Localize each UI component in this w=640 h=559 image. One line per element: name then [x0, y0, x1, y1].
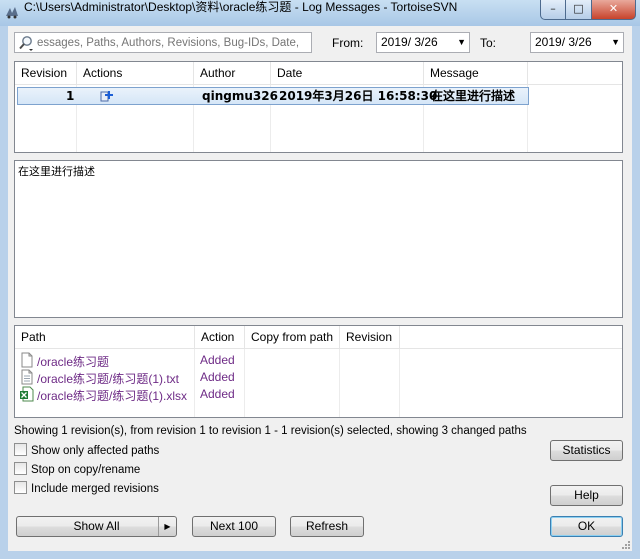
show-only-affected-paths-checkbox[interactable]: Show only affected paths — [14, 443, 159, 458]
log-message-pane[interactable]: 在这里进行描述 — [14, 160, 623, 318]
checkbox-box[interactable] — [14, 443, 27, 456]
chevron-down-icon[interactable]: ▼ — [457, 33, 466, 52]
column-header-actions[interactable]: Actions — [77, 62, 194, 85]
chevron-right-icon[interactable]: ▶ — [158, 517, 176, 536]
close-button[interactable]: ✕ — [592, 0, 636, 20]
include-merged-revisions-checkbox[interactable]: Include merged revisions — [14, 481, 159, 496]
changed-paths-list[interactable]: Path Action Copy from path Revision /ora… — [14, 325, 623, 418]
log-author: qingmu326 — [202, 89, 278, 103]
stop-on-copy-checkbox[interactable]: Stop on copy/rename — [14, 462, 140, 477]
text-file-icon — [21, 369, 33, 385]
path-action: Added — [200, 370, 235, 384]
refresh-button[interactable]: Refresh — [290, 516, 364, 537]
tortoisesvn-app-icon — [6, 7, 18, 19]
log-revision: 1 — [66, 89, 75, 103]
path-text: /oracle练习题 — [37, 355, 110, 369]
ok-button[interactable]: OK — [550, 516, 623, 537]
log-message-text: 在这里进行描述 — [18, 165, 95, 178]
show-all-label[interactable]: Show All — [25, 517, 168, 536]
checkbox-label: Include merged revisions — [31, 483, 159, 495]
checkbox-label: Stop on copy/rename — [31, 464, 141, 476]
path-action: Added — [200, 353, 235, 367]
help-button[interactable]: Help — [550, 485, 623, 506]
column-header-filler — [400, 326, 622, 349]
path-row[interactable]: /oracle练习题 Added — [15, 352, 245, 369]
column-header-filler — [528, 62, 622, 85]
next-100-button[interactable]: Next 100 — [192, 516, 276, 537]
checkbox-box[interactable] — [14, 481, 27, 494]
added-action-icon — [100, 89, 114, 107]
column-header-action[interactable]: Action — [195, 326, 245, 349]
folder-icon — [21, 352, 33, 368]
path-text: /oracle练习题/练习题(1).txt — [37, 372, 180, 386]
path-text: /oracle练习题/练习题(1).xlsx — [37, 389, 188, 403]
window-title: C:\Users\Administrator\Desktop\资料\oracle… — [24, 0, 458, 14]
from-label: From: — [332, 36, 364, 50]
path-action: Added — [200, 387, 235, 401]
column-header-path[interactable]: Path — [15, 326, 195, 349]
maximize-button[interactable]: □ — [566, 0, 592, 20]
column-header-revision[interactable]: Revision — [340, 326, 400, 349]
log-list[interactable]: Revision Actions Author Date Message 1 q… — [14, 61, 623, 153]
from-date-value: 2019/ 3/26 — [381, 35, 438, 49]
search-box[interactable] — [14, 32, 312, 53]
to-date-value: 2019/ 3/26 — [535, 35, 592, 49]
checkbox-label: Show only affected paths — [31, 445, 160, 457]
log-messages-dialog: From: 2019/ 3/26 ▼ To: 2019/ 3/26 ▼ Revi… — [8, 26, 632, 551]
column-divider — [399, 349, 400, 417]
caption-buttons: – □ ✕ — [540, 0, 636, 20]
log-list-header: Revision Actions Author Date Message — [15, 62, 622, 85]
changed-paths-header: Path Action Copy from path Revision — [15, 326, 622, 349]
log-row-selected[interactable]: 1 qingmu326 2019年3月26日 16:58:30 在这里进行描述 — [17, 87, 529, 105]
chevron-down-icon[interactable]: ▼ — [611, 33, 620, 52]
column-header-date[interactable]: Date — [271, 62, 424, 85]
from-date-picker[interactable]: 2019/ 3/26 ▼ — [376, 32, 470, 53]
to-date-picker[interactable]: 2019/ 3/26 ▼ — [530, 32, 624, 53]
to-label: To: — [480, 36, 497, 50]
search-input[interactable] — [37, 34, 307, 51]
show-all-split-button[interactable]: Show All ▶ — [16, 516, 177, 537]
checkbox-box[interactable] — [14, 462, 27, 475]
log-date: 2019年3月26日 16:58:30 — [279, 89, 438, 103]
status-text: Showing 1 revision(s), from revision 1 t… — [14, 425, 527, 437]
column-divider — [339, 349, 340, 417]
excel-file-icon — [20, 386, 34, 402]
column-header-revision[interactable]: Revision — [15, 62, 77, 85]
minimize-button[interactable]: – — [540, 0, 566, 20]
column-header-author[interactable]: Author — [194, 62, 271, 85]
path-row[interactable]: /oracle练习题/练习题(1).xlsx Added — [15, 386, 245, 403]
title-bar: C:\Users\Administrator\Desktop\资料\oracle… — [0, 0, 640, 26]
resize-grip-icon[interactable] — [620, 539, 630, 549]
column-header-message[interactable]: Message — [424, 62, 528, 85]
search-icon[interactable] — [18, 35, 34, 51]
log-message: 在这里进行描述 — [431, 89, 516, 103]
statistics-button[interactable]: Statistics — [550, 440, 623, 461]
column-header-copy-from-path[interactable]: Copy from path — [245, 326, 340, 349]
path-row[interactable]: /oracle练习题/练习题(1).txt Added — [15, 369, 245, 386]
